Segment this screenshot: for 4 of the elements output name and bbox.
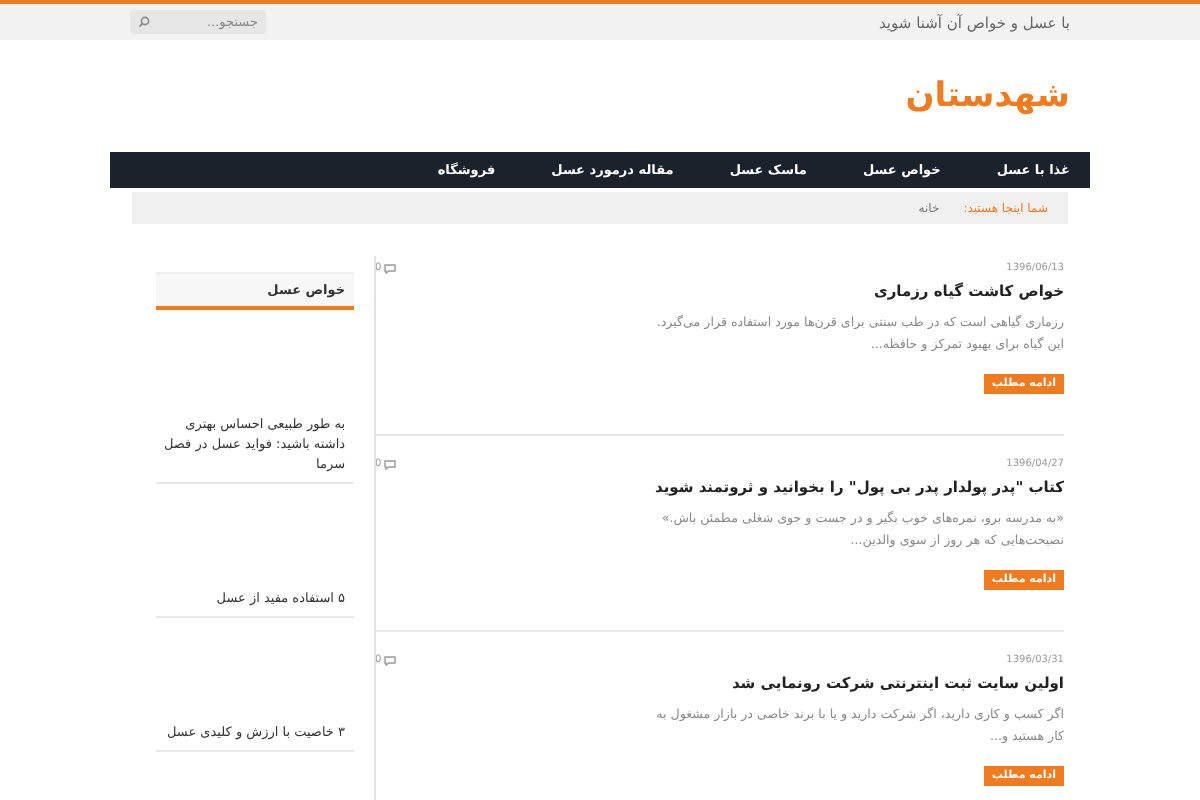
comment-icon [383,263,396,273]
comment-icon [383,655,396,665]
search-icon [138,16,150,28]
comment-icon [383,459,396,469]
